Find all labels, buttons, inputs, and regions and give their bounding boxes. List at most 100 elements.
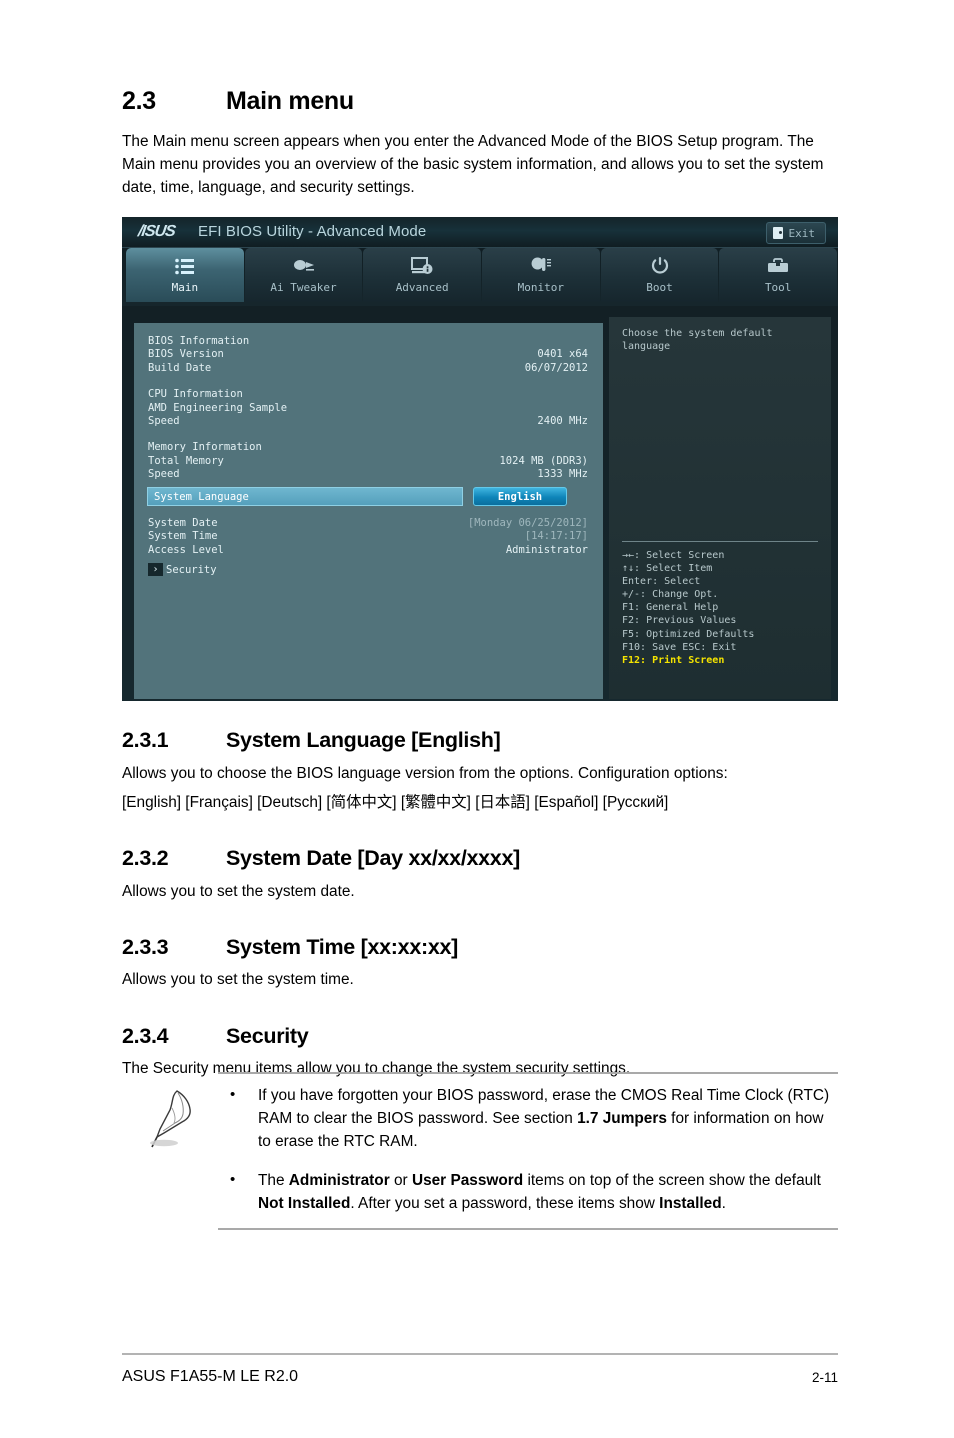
legend-item: +/-: Change Opt. (622, 589, 719, 601)
table-row: Speed 1333 MHz (148, 468, 588, 481)
note-list: • If you have forgotten your BIOS passwo… (218, 1084, 838, 1218)
note-2-part2: or (389, 1172, 412, 1190)
bios-title: EFI BIOS Utility - Advanced Mode (198, 223, 427, 240)
list-item: • If you have forgotten your BIOS passwo… (220, 1084, 838, 1153)
chevron-right-icon: › (148, 563, 163, 576)
legend-item: F10: Save ESC: Exit (622, 641, 737, 653)
note-item-2-text: The Administrator or User Password items… (258, 1169, 838, 1215)
power-icon (651, 254, 669, 278)
build-date-label: Build Date (148, 361, 212, 374)
footer-product-name: ASUS F1A55-M LE R2.0 (122, 1368, 299, 1385)
list-item: • The Administrator or User Password ite… (220, 1169, 838, 1215)
note-item-1-text: If you have forgotten your BIOS password… (258, 1084, 838, 1153)
tab-main[interactable]: Main (126, 248, 244, 302)
group-heading-row: CPU Information (148, 388, 588, 401)
note-2-part4: . After you set a password, these items … (350, 1195, 660, 1213)
note-2-part1: The (258, 1172, 289, 1190)
bios-tab-bar: Main Ai Tweaker Advanced Monitor Boot To… (122, 248, 838, 306)
bullet-glyph: • (230, 1086, 236, 1103)
cpu-information-heading: CPU Information (148, 388, 243, 401)
note-2-bold4: Installed (659, 1195, 722, 1213)
section-intro: The Main menu screen appears when you en… (122, 132, 824, 196)
group-heading-row: Memory Information (148, 441, 588, 454)
tab-advanced[interactable]: Advanced (363, 248, 482, 302)
legend-item: ↑↓: Select Item (622, 563, 713, 575)
heading-2-3-3: 2.3.3 System Time [xx:xx:xx] (122, 935, 838, 960)
tab-ai-tweaker[interactable]: Ai Tweaker (244, 248, 363, 302)
subsection-number: 2.3.1 (122, 728, 169, 752)
bios-information-heading: BIOS Information (148, 335, 250, 347)
system-language-row[interactable]: System Language English (147, 487, 589, 506)
toolbox-icon (767, 254, 789, 278)
system-date-label: System Date (148, 517, 218, 529)
document-body: 2.3 Main menu The Main menu screen appear… (122, 87, 838, 205)
subsections: 2.3.1 System Language [English] Allows yo… (122, 728, 838, 1086)
note-2-bold1: Administrator (288, 1172, 390, 1190)
access-level-row: Access Level Administrator (148, 544, 588, 557)
key-legend: →←: Select Screen ↑↓: Select Item Enter:… (622, 549, 822, 667)
system-language-label: System Language (154, 490, 249, 503)
subsection-title: System Date [Day xx/xx/xxxx] (226, 845, 520, 870)
system-language-value: English (497, 490, 543, 503)
bullet-glyph: • (230, 1171, 236, 1189)
pencil-icon (122, 1084, 218, 1218)
legend-item: F5: Optimized Defaults (622, 628, 755, 640)
table-row: Speed 2400 MHz (148, 415, 588, 428)
list-icon (175, 254, 195, 278)
tab-boot-label: Boot (646, 281, 673, 294)
exit-button[interactable]: Exit (765, 222, 826, 244)
memory-speed-label: Speed (148, 468, 180, 481)
system-information-list: BIOS Information BIOS Version 0401 x64 B… (148, 335, 588, 482)
system-time-value: [14:17:17] (524, 530, 588, 543)
tab-boot[interactable]: Boot (600, 248, 719, 302)
tab-tool[interactable]: Tool (719, 248, 838, 302)
bios-version-value: 0401 x64 (537, 348, 588, 361)
table-row: AMD Engineering Sample (148, 402, 588, 415)
heading-2-3-2: 2.3.2 System Date [Day xx/xx/xxxx] (122, 846, 838, 871)
build-date-value: 06/07/2012 (524, 361, 588, 374)
system-language-label-cell[interactable]: System Language (147, 487, 463, 506)
tab-ai-tweaker-label: Ai Tweaker (270, 281, 337, 294)
access-level-value: Administrator (505, 543, 588, 556)
divider (148, 375, 588, 388)
note-2-part3: items on top of the screen show the defa… (523, 1172, 821, 1190)
memory-speed-value: 1333 MHz (537, 468, 588, 481)
heading-2-3-4: 2.3.4 Security (122, 1024, 838, 1049)
system-date-row[interactable]: System Date [Monday 06/25/2012] (148, 517, 588, 530)
footer-rule (122, 1353, 838, 1355)
security-menu-item[interactable]: › Security (148, 563, 217, 576)
security-menu-label: Security (166, 563, 217, 576)
table-row: Build Date 06/07/2012 (148, 362, 588, 375)
system-language-value-button[interactable]: English (473, 487, 567, 506)
system-date-value: [Monday 06/25/2012] (467, 517, 588, 529)
heading-2-3-1: 2.3.1 System Language [English] (122, 728, 838, 753)
table-row: Total Memory 1024 MB (DDR3) (148, 455, 588, 468)
legend-item: Enter: Select (622, 576, 701, 588)
bios-title-bar: /ISUS EFI BIOS Utility - Advanced Mode E… (122, 217, 838, 248)
tab-monitor[interactable]: Monitor (482, 248, 600, 302)
system-time-row[interactable]: System Time [14:17:17] (148, 530, 588, 543)
table-row: BIOS Version 0401 x64 (148, 348, 588, 361)
cpu-model-label: AMD Engineering Sample (148, 401, 288, 414)
total-memory-value: 1024 MB (DDR3) (499, 454, 588, 467)
page-title: 2.3 Main menu (122, 87, 838, 116)
note-bottom-rule (218, 1227, 838, 1230)
divider (622, 541, 818, 542)
bios-main-panel: BIOS Information BIOS Version 0401 x64 B… (134, 323, 603, 699)
body-2-3-2: Allows you to set the system date. (122, 882, 355, 900)
section-title: Main menu (226, 87, 354, 115)
legend-item: →←: Select Screen (622, 550, 725, 561)
tab-main-label: Main (171, 281, 199, 294)
note-2-part5: . (721, 1195, 726, 1213)
tab-advanced-label: Advanced (395, 281, 449, 294)
chevron-glyph: › (152, 563, 159, 575)
body-2-3-3: Allows you to set the system time. (122, 971, 354, 989)
page-number: 2-11 (811, 1370, 838, 1385)
subsection-number: 2.3.4 (122, 1023, 169, 1048)
help-description: Choose the system default language (622, 328, 773, 352)
access-level-label: Access Level (148, 543, 224, 556)
subsection-title: System Language [English] (226, 728, 501, 752)
date-time-list: System Date [Monday 06/25/2012] System T… (148, 517, 588, 557)
bios-screenshot: /ISUS EFI BIOS Utility - Advanced Mode E… (122, 217, 838, 701)
